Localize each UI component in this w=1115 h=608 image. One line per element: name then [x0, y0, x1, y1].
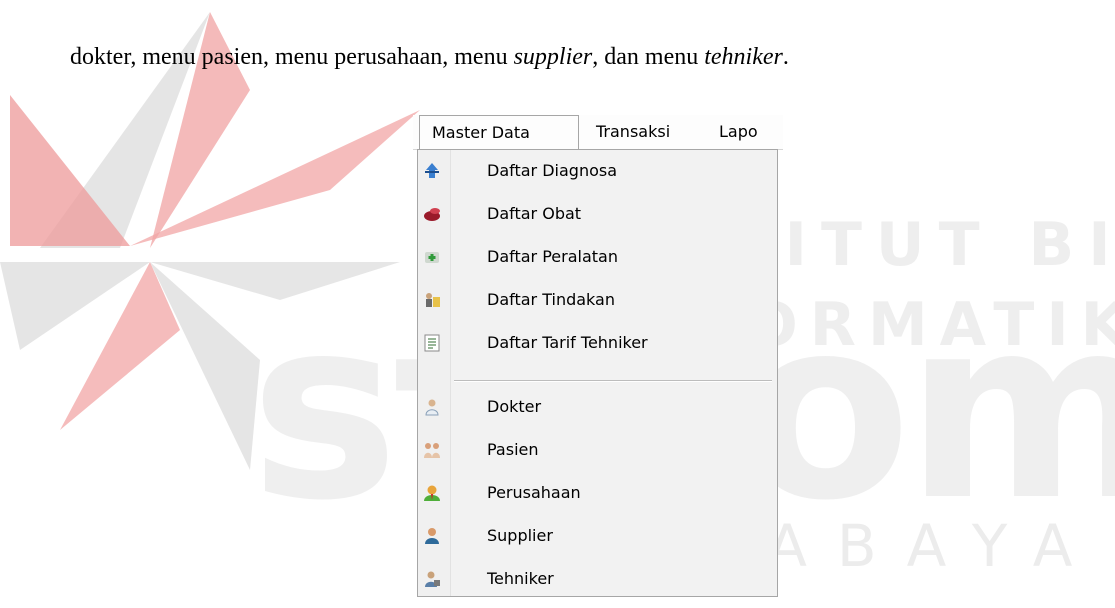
menu-item-dokter[interactable]: Dokter: [418, 390, 777, 424]
caption-text-part: .: [782, 44, 789, 70]
menu-item-label: Perusahaan: [487, 483, 581, 502]
menu-master-data[interactable]: Master Data: [419, 115, 579, 150]
menu-item-tehniker[interactable]: Tehniker: [418, 562, 777, 596]
caption-italic-tehniker: tehniker: [704, 44, 783, 70]
patients-icon: [424, 443, 440, 458]
menu-item-daftar-obat[interactable]: Daftar Obat: [418, 197, 777, 231]
menu-item-label: Tehniker: [487, 569, 554, 588]
supplier-icon: [425, 528, 439, 544]
tariff-list-icon: [424, 334, 440, 352]
company-icon: [424, 485, 440, 501]
menu-item-label: Daftar Obat: [487, 204, 582, 223]
menu-item-label: Daftar Diagnosa: [487, 161, 618, 180]
action-icon: [426, 293, 440, 307]
doctor-icon: [425, 399, 439, 416]
menu-item-label: Pasien: [487, 440, 539, 459]
document-caption: dokter, menu pasien, menu perusahaan, me…: [70, 44, 789, 71]
menu-item-label: Supplier: [487, 526, 553, 545]
menu-item-supplier[interactable]: Supplier: [418, 519, 777, 553]
medicine-icon: [424, 208, 440, 221]
app-menu-screenshot: Master Data Transaksi Lapo Daftar Diagno…: [413, 115, 783, 600]
caption-italic-supplier: supplier: [513, 44, 593, 70]
menu-laporan[interactable]: Lapo: [719, 115, 783, 149]
menu-transaksi[interactable]: Transaksi: [596, 115, 670, 149]
caption-text-part: , dan menu: [592, 44, 705, 70]
technician-icon: [425, 571, 440, 587]
menu-separator-highlight: [454, 381, 772, 382]
caption-text-part: dokter, menu pasien, menu perusahaan, me…: [70, 44, 514, 70]
menu-item-label: Daftar Tindakan: [487, 290, 615, 309]
menu-item-daftar-tarif-tehniker[interactable]: Daftar Tarif Tehniker: [418, 326, 777, 360]
menu-item-perusahaan[interactable]: Perusahaan: [418, 476, 777, 510]
equipment-icon: [425, 252, 439, 263]
menu-bar: Master Data Transaksi Lapo: [413, 115, 783, 150]
menu-item-label: Daftar Peralatan: [487, 247, 618, 266]
master-data-dropdown: Daftar Diagnosa Daftar Obat Daftar Peral…: [417, 149, 778, 597]
menu-item-label: Daftar Tarif Tehniker: [487, 333, 648, 352]
menu-item-daftar-peralatan[interactable]: Daftar Peralatan: [418, 240, 777, 274]
diagnosis-icon: [425, 163, 439, 178]
menu-item-pasien[interactable]: Pasien: [418, 433, 777, 467]
menu-item-daftar-diagnosa[interactable]: Daftar Diagnosa: [418, 154, 777, 188]
menu-item-label: Dokter: [487, 397, 542, 416]
menu-item-daftar-tindakan[interactable]: Daftar Tindakan: [418, 283, 777, 317]
